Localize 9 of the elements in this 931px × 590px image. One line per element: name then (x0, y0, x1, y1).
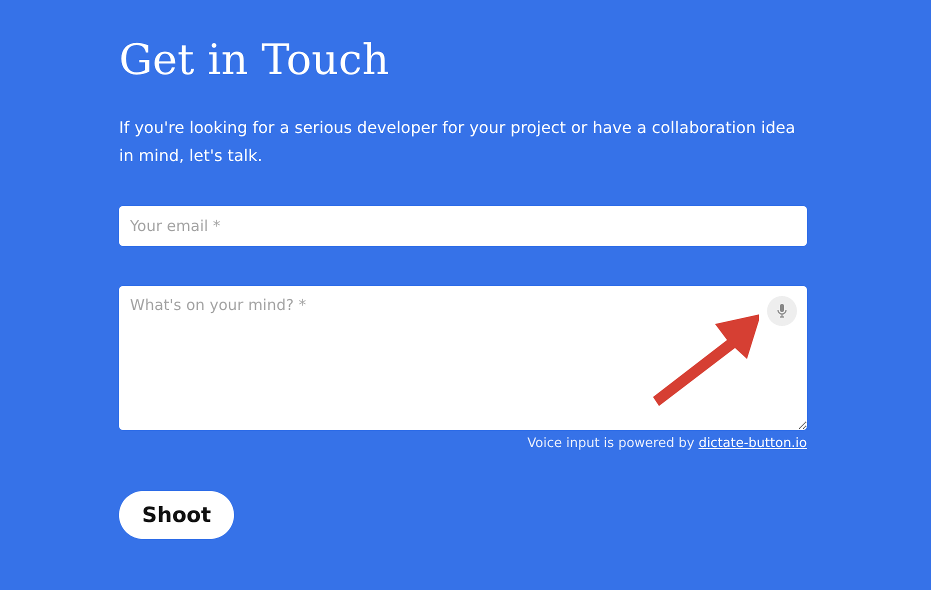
message-field[interactable]: What's on your mind? * (119, 286, 807, 430)
email-field[interactable]: Your email * (119, 206, 807, 246)
shoot-button[interactable]: Shoot (119, 491, 234, 539)
microphone-icon (777, 304, 787, 318)
voice-input-note: Voice input is powered by dictate-button.io (527, 436, 807, 451)
page-title: Get in Touch (119, 34, 390, 86)
arrow-icon (653, 314, 759, 406)
dictate-link[interactable]: dictate-button.io (698, 436, 807, 451)
intro-text: If you're looking for a serious developer for your project or have a collaboration idea in mind, let's talk. (119, 117, 796, 167)
